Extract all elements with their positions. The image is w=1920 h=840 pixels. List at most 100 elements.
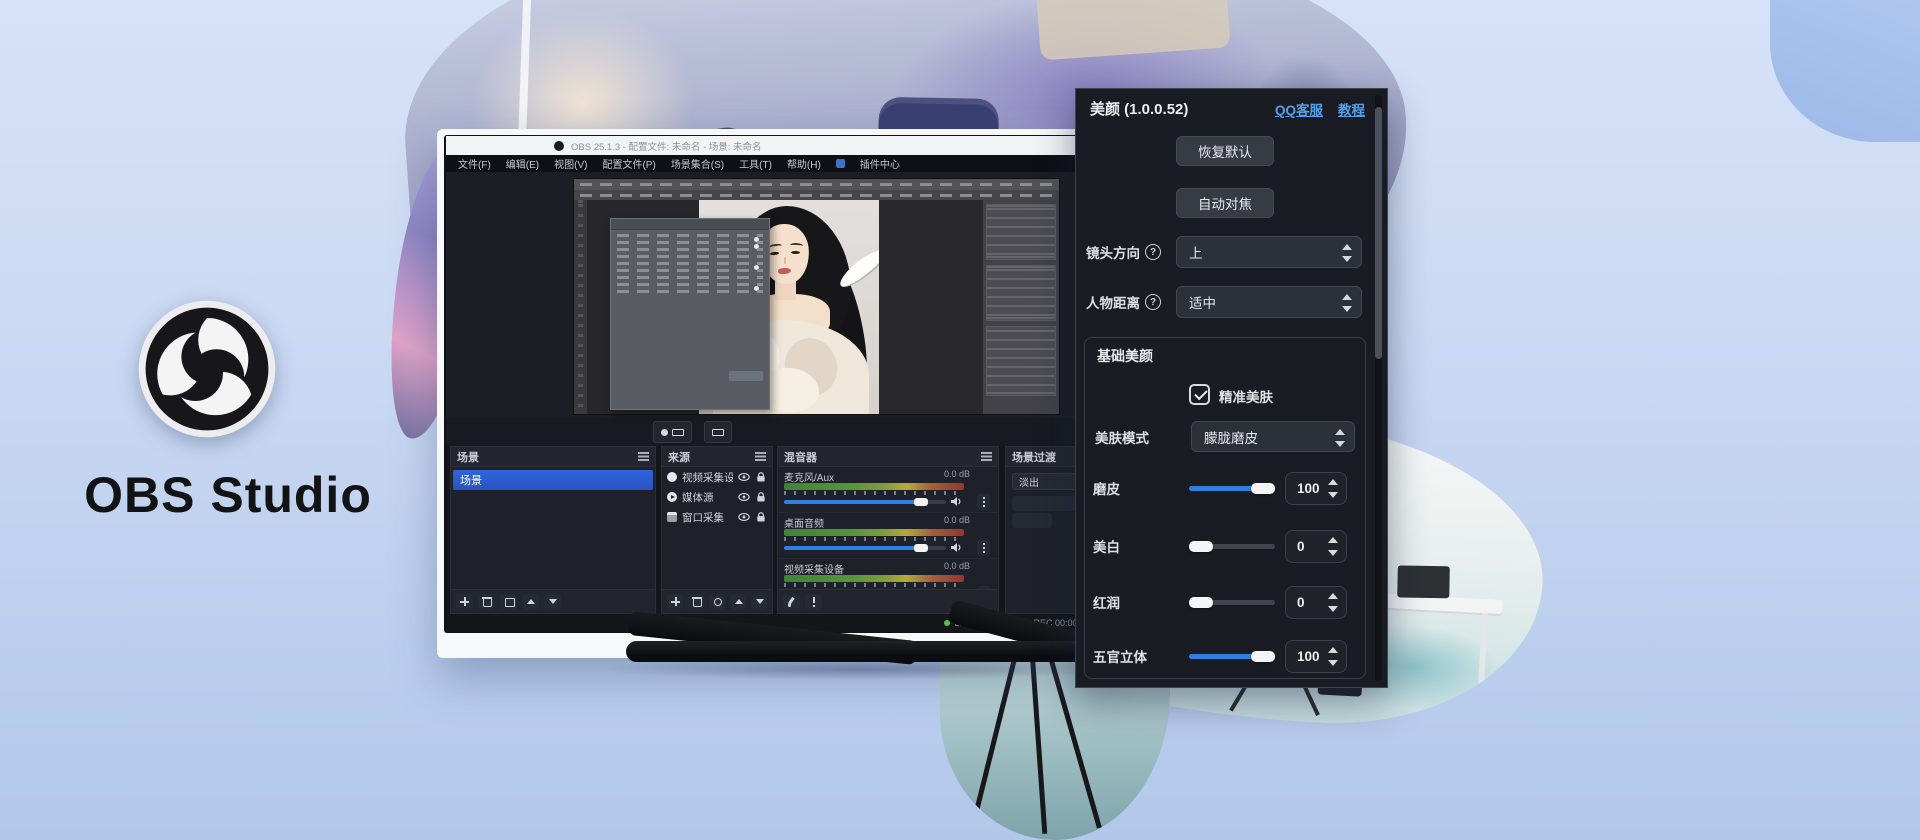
mixer-advanced-button[interactable]: [805, 594, 822, 609]
transitions-dock-title: 场景过渡: [1012, 449, 1056, 465]
autofocus-button[interactable]: 自动对焦: [1176, 188, 1274, 218]
move-scene-down-button[interactable]: [544, 594, 561, 609]
scrollbar-thumb[interactable]: [1375, 107, 1382, 359]
menu-item-plugin-center[interactable]: 插件中心: [860, 156, 900, 171]
volume-slider[interactable]: [784, 546, 946, 550]
label-text: 人物距离: [1086, 292, 1140, 312]
slider-handle[interactable]: [1251, 651, 1275, 662]
stepper-up-icon[interactable]: [1328, 647, 1338, 653]
camera-direction-select[interactable]: 上: [1176, 236, 1362, 268]
value-stepper[interactable]: 0: [1285, 586, 1347, 619]
ps-floating-dialog: [610, 218, 770, 410]
speaker-icon[interactable]: [950, 496, 962, 507]
menu-item-profile[interactable]: 配置文件(P): [602, 156, 655, 171]
chevron-up-down-icon[interactable]: [1333, 428, 1347, 448]
visibility-eye-icon[interactable]: [738, 472, 750, 482]
media-icon: [667, 492, 677, 502]
stepper-up-icon[interactable]: [1328, 593, 1338, 599]
channel-options-icon[interactable]: [977, 494, 990, 510]
chip-dot-icon: [661, 429, 668, 436]
ps-dialog-button[interactable]: [729, 371, 763, 381]
stepper-up-icon[interactable]: [1328, 537, 1338, 543]
menu-item-help[interactable]: 帮助(H): [787, 156, 821, 171]
value-stepper[interactable]: 100: [1285, 472, 1347, 505]
help-icon[interactable]: ?: [1145, 244, 1161, 260]
value-stepper[interactable]: 100: [1285, 640, 1347, 673]
speaker-icon[interactable]: [950, 542, 962, 553]
filter-icon[interactable]: [981, 452, 992, 461]
filter-icon[interactable]: [755, 452, 766, 461]
preview-chip-2[interactable]: [704, 421, 732, 443]
menu-item-tools[interactable]: 工具(T): [739, 156, 772, 171]
help-icon[interactable]: ?: [1145, 294, 1161, 310]
chevron-up-down-icon[interactable]: [1340, 243, 1354, 263]
value-stepper[interactable]: 0: [1285, 530, 1347, 563]
stepper-down-icon[interactable]: [1328, 550, 1338, 556]
slider-handle[interactable]: [1189, 597, 1213, 608]
channel-name: 桌面音频: [784, 515, 824, 530]
menu-item-scene-collection[interactable]: 场景集合(S): [671, 156, 724, 171]
sources-toolbar: [662, 589, 772, 613]
visibility-eye-icon[interactable]: [738, 492, 750, 502]
lock-icon[interactable]: [755, 512, 767, 522]
volume-slider[interactable]: [784, 500, 946, 504]
slider-track[interactable]: [1189, 544, 1275, 549]
stepper-down-icon[interactable]: [1328, 606, 1338, 612]
chevron-up-down-icon[interactable]: [1340, 293, 1354, 313]
mixer-channel: 桌面音频 0.0 dB: [778, 513, 998, 559]
whitening-slider-row: 美白 0: [1085, 528, 1365, 564]
menu-item-view[interactable]: 视图(V): [554, 156, 587, 171]
move-source-up-button[interactable]: [730, 594, 746, 609]
slider-track[interactable]: [1189, 654, 1275, 659]
mixer-style-button[interactable]: [783, 594, 800, 609]
remove-source-button[interactable]: [688, 594, 704, 609]
skin-mode-select[interactable]: 朦胧磨皮: [1191, 421, 1355, 452]
move-source-down-button[interactable]: [751, 594, 767, 609]
obs-window-title: OBS 25.1.3 - 配置文件: 未命名 - 场景: 未命名: [571, 139, 762, 153]
lock-icon[interactable]: [755, 492, 767, 502]
select-value: 朦胧磨皮: [1204, 427, 1258, 447]
decor-window-frame: [518, 0, 531, 147]
stepper-down-icon[interactable]: [1328, 660, 1338, 666]
volume-handle[interactable]: [914, 544, 928, 552]
source-properties-button[interactable]: [709, 594, 725, 609]
preview-chip-1[interactable]: [653, 421, 692, 443]
stepper-up-icon[interactable]: [1328, 479, 1338, 485]
source-list-item[interactable]: 媒体源: [662, 487, 772, 507]
precise-skin-checkbox[interactable]: [1189, 384, 1210, 405]
transition-extra-field[interactable]: [1012, 513, 1052, 528]
remove-scene-button[interactable]: [478, 594, 495, 609]
portrait-earring: [802, 263, 805, 266]
menu-item-file[interactable]: 文件(F): [458, 156, 491, 171]
filter-icon[interactable]: [638, 452, 649, 461]
slider-track[interactable]: [1189, 486, 1275, 491]
channel-options-icon[interactable]: [977, 540, 990, 556]
volume-handle[interactable]: [914, 498, 928, 506]
slider-handle[interactable]: [1189, 541, 1213, 552]
channel-db: 0.0 dB: [944, 515, 970, 525]
scene-properties-button[interactable]: [500, 594, 517, 609]
person-distance-row: 人物距离 ? 适中: [1076, 285, 1387, 319]
menu-item-edit[interactable]: 编辑(E): [506, 156, 539, 171]
scene-list-item-selected[interactable]: 场景: [453, 470, 653, 490]
beauty-panel-title: 美颜 (1.0.0.52): [1090, 98, 1188, 119]
sources-dock-title: 来源: [668, 449, 690, 465]
lock-icon[interactable]: [755, 472, 767, 482]
slider-handle[interactable]: [1251, 483, 1275, 494]
add-source-button[interactable]: [667, 594, 683, 609]
qq-support-link[interactable]: QQ客服: [1275, 99, 1323, 119]
add-scene-button[interactable]: [456, 594, 473, 609]
source-list-item[interactable]: 窗口采集: [662, 507, 772, 527]
obs-menu-bar: 文件(F) 编辑(E) 视图(V) 配置文件(P) 场景集合(S) 工具(T) …: [446, 155, 1100, 172]
slider-track[interactable]: [1189, 600, 1275, 605]
move-scene-up-button[interactable]: [522, 594, 539, 609]
visibility-eye-icon[interactable]: [738, 512, 750, 522]
stepper-down-icon[interactable]: [1328, 492, 1338, 498]
tutorial-link[interactable]: 教程: [1338, 99, 1365, 119]
person-distance-select[interactable]: 适中: [1176, 286, 1362, 318]
ps-dark-document: [879, 200, 985, 414]
source-list-item[interactable]: 视频采集设备: [662, 467, 772, 487]
ps-menu-bar: [574, 179, 1059, 190]
ps-dialog-row: [611, 255, 769, 258]
restore-default-button[interactable]: 恢复默认: [1176, 136, 1274, 166]
